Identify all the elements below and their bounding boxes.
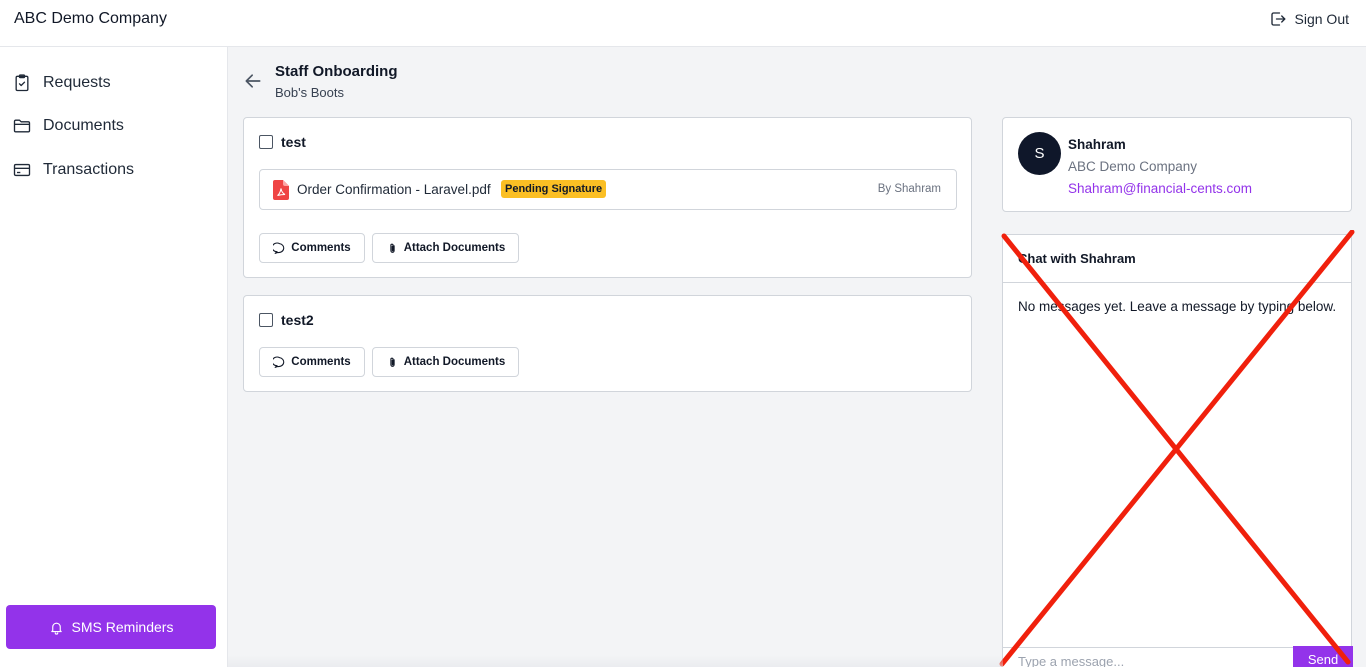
status-badge: Pending Signature	[501, 180, 607, 198]
sign-out-icon	[1270, 12, 1285, 26]
chat-bubble-icon	[273, 356, 285, 368]
task-checkbox[interactable]	[259, 313, 273, 327]
contact-company: ABC Demo Company	[1068, 159, 1198, 174]
send-button[interactable]: Send	[1293, 646, 1353, 667]
bell-icon	[50, 622, 62, 635]
sidebar-item-transactions[interactable]: Transactions	[12, 160, 134, 180]
document-name[interactable]: Order Confirmation - Laravel.pdf	[297, 182, 491, 197]
comments-label: Comments	[291, 242, 351, 254]
sidebar-item-label: Requests	[43, 74, 111, 91]
document-row[interactable]: Order Confirmation - Laravel.pdf Pending…	[259, 169, 957, 210]
chat-empty-message: No messages yet. Leave a message by typi…	[1018, 299, 1337, 314]
paperclip-icon	[390, 357, 395, 367]
folder-icon	[13, 119, 31, 133]
document-author: By Shahram	[877, 183, 941, 195]
sms-reminders-label: SMS Reminders	[71, 619, 174, 635]
contact-email-link[interactable]: Shahram@financial-cents.com	[1068, 181, 1252, 196]
company-name: ABC Demo Company	[14, 10, 167, 27]
sidebar-item-documents[interactable]: Documents	[12, 116, 124, 136]
bottom-fade	[228, 655, 1003, 667]
top-bar: ABC Demo Company Sign Out	[0, 0, 1366, 47]
page-subtitle: Bob's Boots	[275, 85, 344, 100]
avatar: S	[1018, 132, 1061, 175]
attach-documents-button[interactable]: Attach Documents	[372, 233, 519, 263]
pdf-file-icon	[273, 180, 289, 200]
task-title: test	[281, 134, 306, 150]
attach-documents-label: Attach Documents	[403, 242, 506, 254]
chat-header: Chat with Shahram	[1003, 235, 1351, 283]
attach-documents-button[interactable]: Attach Documents	[372, 347, 519, 377]
comments-button[interactable]: Comments	[259, 347, 365, 377]
task-card: test Order Confirmation - Laravel.pdf Pe…	[243, 117, 972, 278]
back-arrow-icon[interactable]	[243, 71, 263, 91]
sidebar-item-label: Documents	[43, 117, 124, 134]
comments-label: Comments	[291, 356, 351, 368]
page-title: Staff Onboarding	[275, 63, 398, 80]
sidebar: Requests Documents Transactions SMS Remi…	[0, 47, 228, 667]
sign-out-label: Sign Out	[1294, 11, 1349, 27]
sidebar-item-label: Transactions	[43, 161, 134, 178]
contact-name: Shahram	[1068, 137, 1126, 152]
chat-panel: Chat with Shahram No messages yet. Leave…	[1002, 234, 1353, 667]
chat-title: Chat with Shahram	[1018, 251, 1136, 266]
comments-button[interactable]: Comments	[259, 233, 365, 263]
credit-card-icon	[13, 163, 31, 177]
sign-out-button[interactable]: Sign Out	[1269, 10, 1349, 28]
clipboard-check-icon	[15, 74, 29, 92]
task-checkbox[interactable]	[259, 135, 273, 149]
attach-documents-label: Attach Documents	[403, 356, 506, 368]
paperclip-icon	[390, 243, 395, 253]
task-header: test	[259, 134, 306, 150]
sidebar-item-requests[interactable]: Requests	[12, 73, 111, 93]
task-header: test2	[259, 312, 314, 328]
contact-card: S Shahram ABC Demo Company Shahram@finan…	[1002, 117, 1352, 212]
sms-reminders-button[interactable]: SMS Reminders	[6, 605, 216, 649]
message-input[interactable]	[1003, 647, 1293, 667]
task-card: test2 Comments Attach Documents	[243, 295, 972, 392]
chat-bubble-icon	[273, 242, 285, 254]
task-title: test2	[281, 312, 314, 328]
